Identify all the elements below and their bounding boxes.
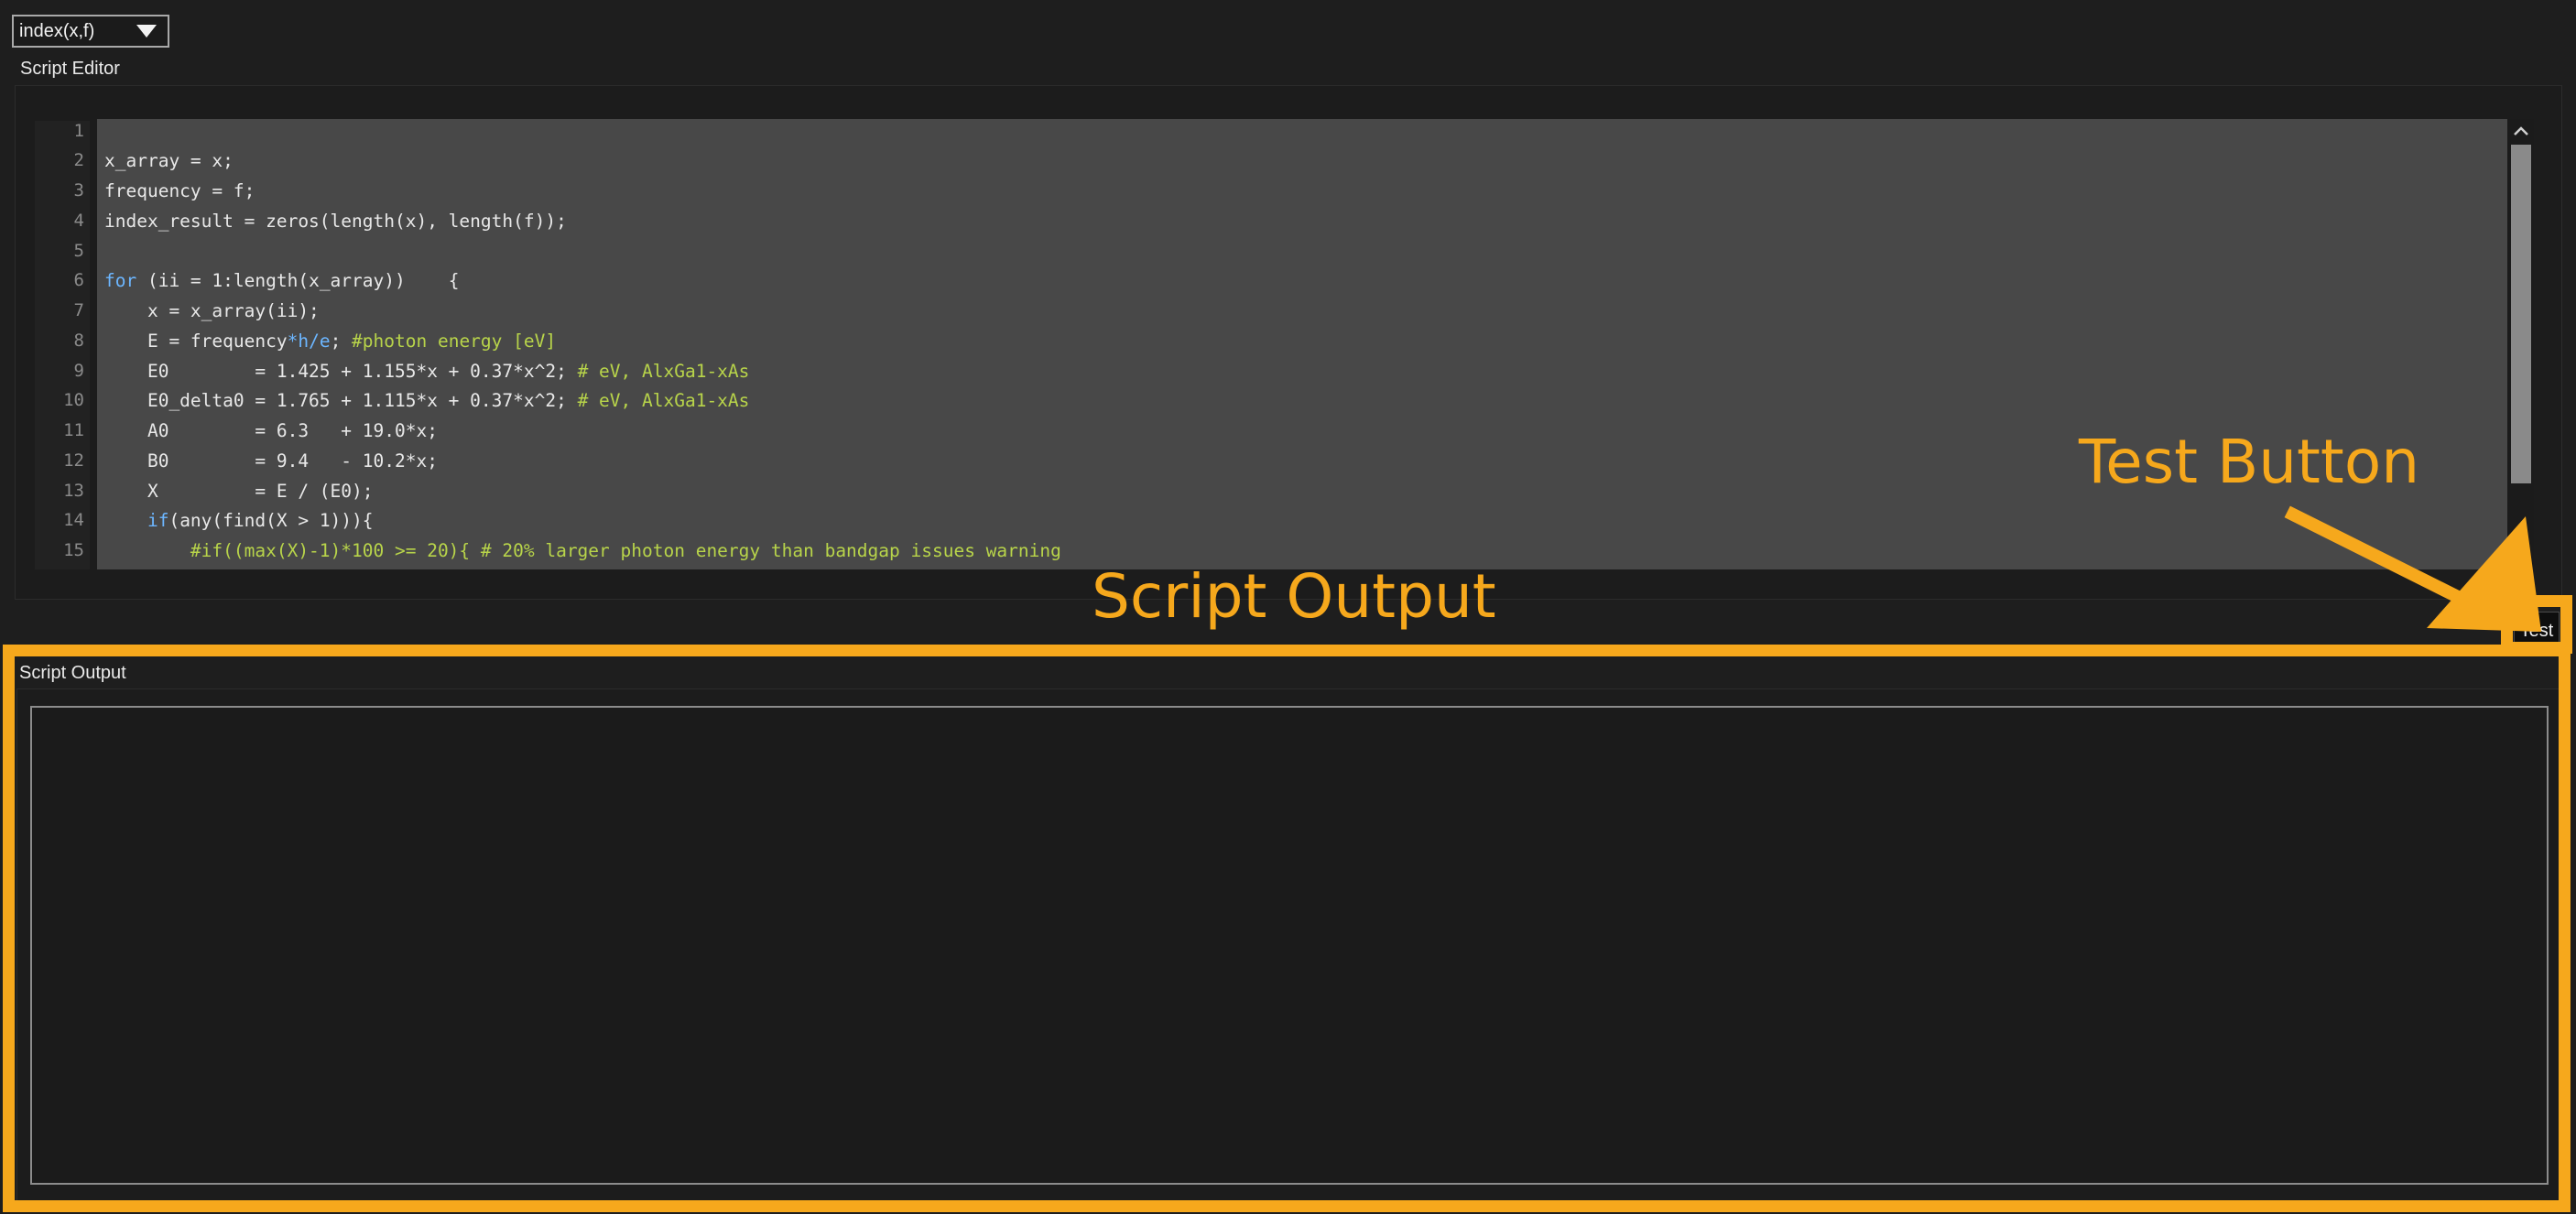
line-number: 3: [73, 180, 84, 201]
code-line[interactable]: x = x_array(ii);: [104, 300, 320, 321]
function-dropdown[interactable]: index(x,f): [12, 15, 169, 48]
scrollbar-thumb[interactable]: [2511, 145, 2531, 483]
line-number: 15: [63, 540, 84, 560]
chevron-down-icon: [136, 25, 157, 38]
line-number: 7: [73, 300, 84, 320]
line-number-gutter: 1 2 3 4 5 6 7 8 9 10 11 12 13 14 15: [35, 121, 90, 569]
script-editor-label: Script Editor: [20, 59, 120, 79]
chevron-up-icon[interactable]: [2508, 119, 2534, 143]
code-line[interactable]: for (ii = 1:length(x_array)) {: [104, 270, 459, 291]
script-output-label: Script Output: [19, 663, 126, 683]
line-number: 5: [73, 241, 84, 261]
line-number: 9: [73, 361, 84, 381]
app-window: index(x,f) Script Editor 1 2 3 4 5 6 7 8…: [0, 0, 2576, 1214]
code-line[interactable]: index_result = zeros(length(x), length(f…: [104, 211, 567, 232]
code-line[interactable]: B0 = 9.4 - 10.2*x;: [104, 450, 438, 472]
line-number: 10: [63, 390, 84, 410]
script-output-box[interactable]: [30, 706, 2549, 1185]
script-output-annotation: Script Output: [1092, 561, 1496, 632]
code-line[interactable]: E0_delta0 = 1.765 + 1.115*x + 0.37*x^2; …: [104, 390, 749, 411]
test-button-annotation: Test Button: [2079, 427, 2420, 497]
code-line[interactable]: A0 = 6.3 + 19.0*x;: [104, 420, 438, 441]
code-line[interactable]: x_array = x;: [104, 150, 234, 171]
code-line[interactable]: X = E / (E0);: [104, 481, 374, 502]
dropdown-value: index(x,f): [19, 20, 95, 41]
code-editor[interactable]: x_array = x; frequency = f; index_result =…: [97, 119, 2507, 569]
code-line[interactable]: E = frequency*h/e; #photon energy [eV]: [104, 331, 556, 352]
line-number: 14: [63, 510, 84, 530]
code-line[interactable]: #if((max(X)-1)*100 >= 20){ # 20% larger …: [104, 540, 1061, 561]
code-line[interactable]: frequency = f;: [104, 180, 255, 201]
line-number: 4: [73, 211, 84, 231]
line-number: 11: [63, 420, 84, 440]
code-line[interactable]: if(any(find(X > 1))){: [104, 510, 374, 531]
line-number: 2: [73, 150, 84, 170]
code-line[interactable]: E0 = 1.425 + 1.155*x + 0.37*x^2; # eV, A…: [104, 361, 749, 382]
line-number: 13: [63, 481, 84, 501]
arrow-icon: [2284, 505, 2541, 632]
line-number: 6: [73, 270, 84, 290]
line-number: 12: [63, 450, 84, 471]
line-number: 1: [73, 121, 84, 141]
line-number: 8: [73, 331, 84, 351]
